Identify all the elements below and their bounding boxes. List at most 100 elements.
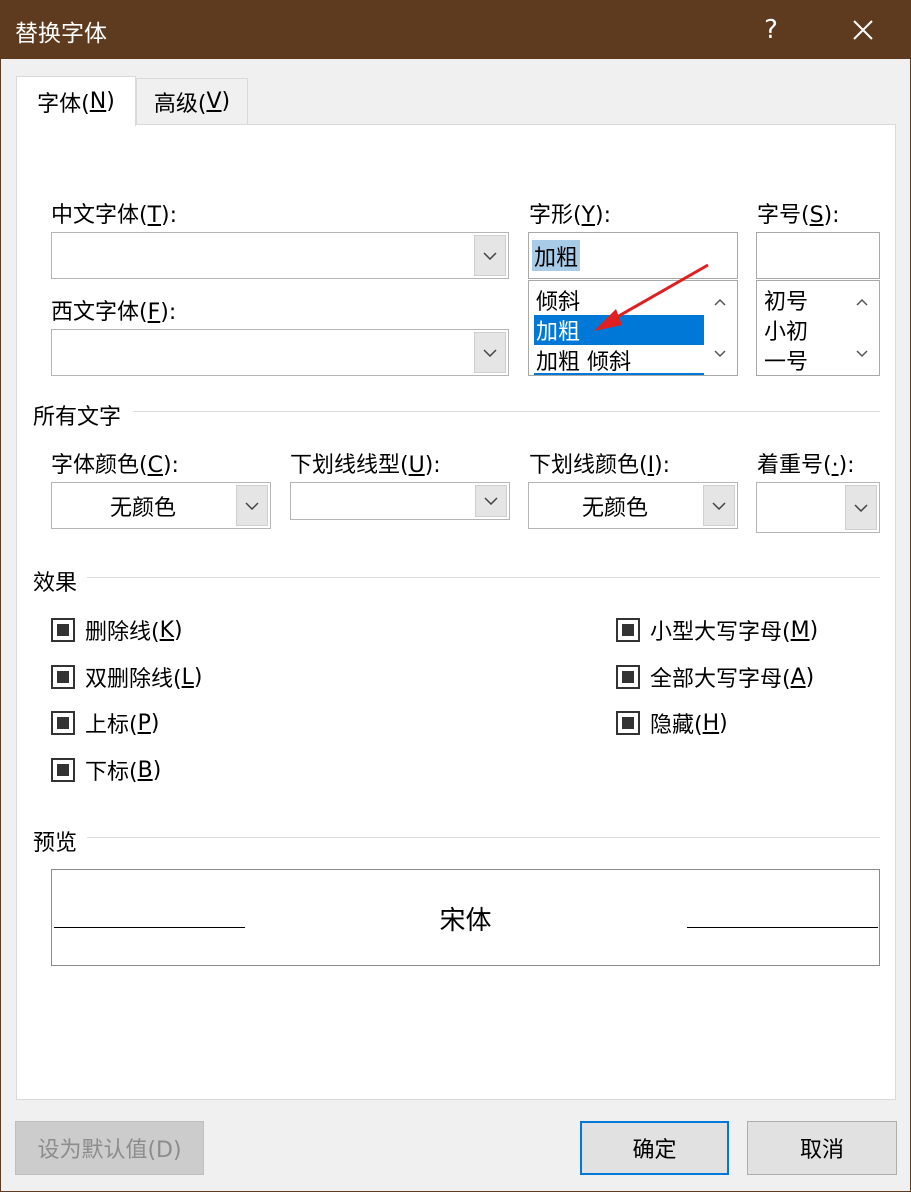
emphasis-mark-combo[interactable] — [756, 482, 880, 533]
hidden-checkbox[interactable]: 隐藏(H) — [616, 707, 728, 739]
underline-style-value — [291, 483, 473, 519]
strikethrough-label: 删除线( — [85, 620, 160, 645]
font-color-label-suffix: ): — [162, 453, 179, 478]
double-strikethrough-label: 双删除线( — [85, 667, 182, 692]
font-style-input-value: 加粗 — [532, 240, 581, 271]
tab-font-label: 字体( — [37, 91, 90, 117]
font-size-label-suffix: ): — [823, 203, 840, 228]
underline-style-label-key: U — [408, 453, 425, 478]
underline-style-combo[interactable] — [290, 482, 510, 520]
font-style-label-text: 字形( — [529, 203, 582, 228]
list-item[interactable]: 小初 — [762, 315, 842, 345]
checkbox-indeterminate-icon — [51, 758, 75, 782]
help-button[interactable]: ? — [741, 1, 801, 59]
chinese-font-dropdown-button[interactable] — [474, 235, 506, 276]
cancel-button[interactable]: 取消 — [747, 1121, 897, 1175]
font-size-label: 字号(S): — [757, 197, 840, 229]
underline-style-label: 下划线线型(U): — [290, 447, 441, 479]
chinese-font-combo[interactable] — [51, 232, 509, 279]
chinese-font-label-key: T — [147, 203, 162, 228]
font-color-value: 无颜色 — [109, 495, 176, 521]
chinese-font-label: 中文字体(T): — [51, 197, 177, 229]
checkbox-indeterminate-icon — [51, 711, 75, 735]
checkbox-indeterminate-icon — [616, 711, 640, 735]
underline-color-dropdown-button[interactable] — [703, 485, 735, 526]
tab-font[interactable]: 字体(N) — [16, 76, 136, 126]
western-font-combo[interactable] — [51, 329, 509, 376]
underline-style-dropdown-button[interactable] — [475, 485, 507, 517]
all-caps-key: A — [790, 664, 806, 690]
small-caps-checkbox[interactable]: 小型大写字母(M) — [616, 614, 818, 646]
all-caps-suffix: ) — [805, 664, 815, 690]
tab-advanced-label: 高级( — [153, 91, 207, 117]
preview-baseline-right — [687, 927, 878, 928]
superscript-label: 上标( — [85, 713, 138, 738]
underline-color-label-text: 下划线颜色( — [529, 453, 648, 478]
western-font-label: 西文字体(F): — [51, 294, 176, 326]
subscript-key: B — [137, 757, 153, 783]
underline-style-label-text: 下划线线型( — [290, 453, 409, 478]
strikethrough-suffix: ) — [174, 617, 183, 643]
chevron-down-icon — [483, 251, 497, 260]
tab-font-suffix: ) — [106, 89, 115, 114]
list-item[interactable]: 初号 — [762, 285, 842, 315]
checkbox-indeterminate-icon — [616, 618, 640, 642]
chinese-font-value — [52, 233, 472, 278]
checkbox-indeterminate-icon — [51, 665, 75, 689]
underline-color-label: 下划线颜色(I): — [529, 447, 670, 479]
preview-divider — [87, 837, 880, 838]
list-item-partial — [534, 373, 704, 375]
emphasis-mark-label-suffix: ): — [838, 453, 855, 478]
small-caps-label: 小型大写字母( — [650, 620, 791, 645]
tab-font-key: N — [89, 89, 107, 114]
all-text-group-title: 所有文字 — [33, 405, 122, 430]
font-size-list[interactable]: 初号 小初 一号 — [756, 280, 880, 376]
double-strikethrough-suffix: ) — [193, 664, 203, 690]
western-font-label-suffix: ): — [160, 300, 177, 325]
emphasis-mark-label-key: · — [831, 453, 839, 478]
underline-color-value: 无颜色 — [581, 495, 648, 521]
set-default-button[interactable]: 设为默认值(D) — [15, 1121, 204, 1175]
emphasis-mark-dropdown-button[interactable] — [845, 485, 877, 530]
western-font-label-key: F — [147, 300, 161, 325]
font-size-label-key: S — [809, 203, 824, 228]
annotation-arrow-icon — [594, 263, 709, 331]
font-color-dropdown-button[interactable] — [236, 485, 268, 526]
superscript-checkbox[interactable]: 上标(P) — [51, 707, 159, 739]
strikethrough-checkbox[interactable]: 删除线(K) — [51, 614, 183, 646]
superscript-key: P — [137, 710, 151, 736]
preview-box: 宋体 — [51, 869, 880, 966]
font-style-label: 字形(Y): — [529, 197, 611, 229]
all-text-divider — [133, 411, 880, 412]
checkbox-indeterminate-icon — [51, 618, 75, 642]
double-strikethrough-checkbox[interactable]: 双删除线(L) — [51, 661, 202, 693]
tab-advanced[interactable]: 高级(V) — [136, 78, 248, 124]
font-size-scrollbar[interactable] — [847, 283, 877, 373]
chevron-down-icon[interactable] — [847, 339, 877, 369]
western-font-label-text: 西文字体( — [51, 300, 148, 325]
help-icon: ? — [764, 15, 778, 45]
underline-color-combo[interactable]: 无颜色 — [528, 482, 738, 529]
superscript-suffix: ) — [150, 710, 160, 736]
list-item[interactable]: 加粗 倾斜 — [534, 345, 704, 375]
chevron-up-icon[interactable] — [847, 287, 877, 317]
all-caps-checkbox[interactable]: 全部大写字母(A) — [616, 661, 814, 693]
small-caps-key: M — [790, 617, 810, 643]
western-font-dropdown-button[interactable] — [474, 332, 506, 373]
chevron-down-icon[interactable] — [705, 339, 735, 369]
effects-divider — [87, 577, 880, 578]
font-color-label: 字体颜色(C): — [51, 447, 179, 479]
all-caps-label: 全部大写字母( — [650, 667, 791, 692]
font-size-input[interactable] — [756, 232, 880, 279]
western-font-value — [52, 330, 472, 375]
tab-advanced-suffix: ) — [221, 89, 231, 114]
replace-font-dialog: 替换字体 ? 字体(N) 高级(V) 中文字体(T): 西文字体(F): 字… — [0, 0, 911, 1192]
font-color-combo[interactable]: 无颜色 — [51, 482, 271, 529]
subscript-suffix: ) — [152, 757, 162, 783]
ok-button[interactable]: 确定 — [580, 1121, 729, 1175]
preview-sample-text: 宋体 — [439, 906, 492, 936]
subscript-checkbox[interactable]: 下标(B) — [51, 754, 161, 786]
list-item[interactable]: 一号 — [762, 345, 842, 375]
close-button[interactable] — [833, 1, 893, 59]
hidden-label: 隐藏( — [650, 713, 703, 738]
